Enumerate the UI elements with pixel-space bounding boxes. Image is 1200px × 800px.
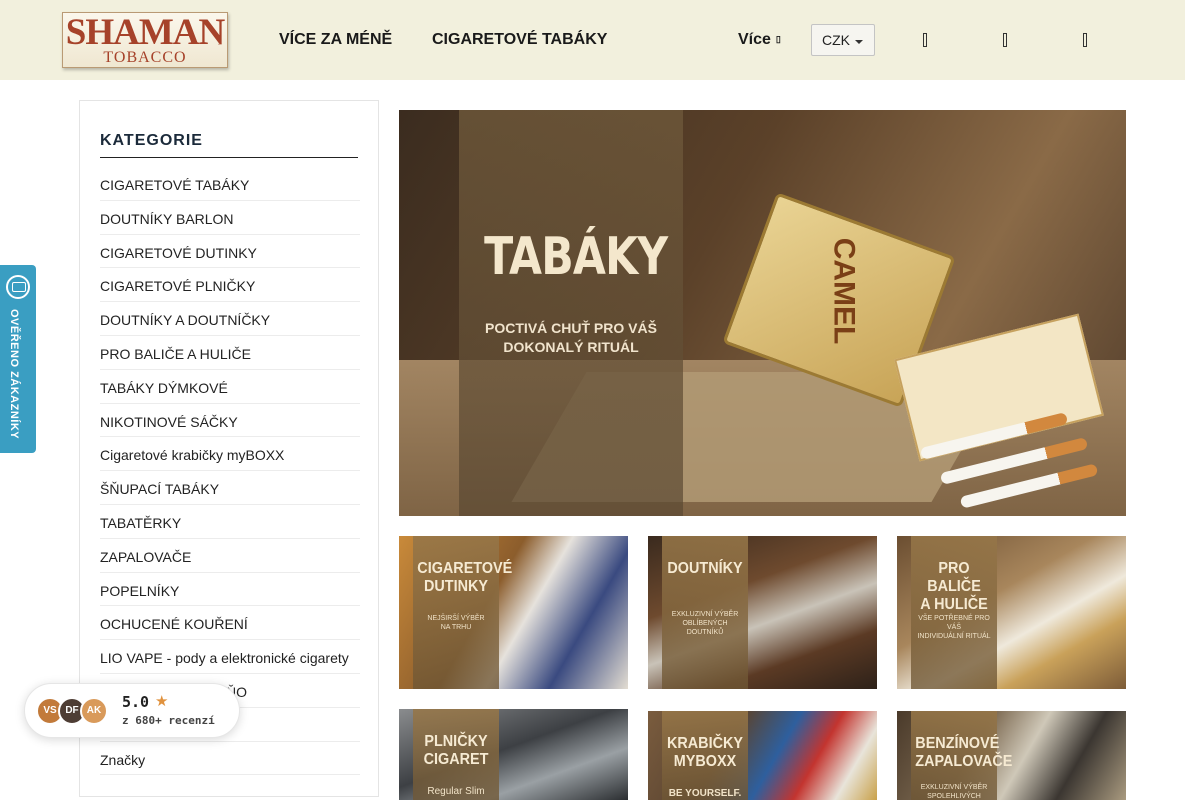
hero-subtitle-line-1: POCTIVÁ CHUŤ PRO VÁŠ	[485, 320, 657, 336]
category-item-myboxx[interactable]: Cigaretové krabičky myBOXX	[100, 437, 360, 472]
currency-select[interactable]: CZK	[811, 24, 875, 56]
tile-subtitle: VŠE POTŘEBNÉ PRO VÁŠ INDIVIDUÁLNÍ RITUÁL	[913, 614, 995, 641]
tile-subtitle-line-1: BE YOURSELF.	[668, 788, 742, 799]
tile-title-line-1: DOUTNÍKY	[667, 560, 743, 577]
tile-title-line-1: KRABIČKY	[666, 735, 743, 752]
tile-subtitle: EXKLUZIVNÍ VÝBĚR SPOLEHLIVÝCH	[913, 783, 995, 800]
verified-badge-text: OVĚŘENO ZÁKAZNÍKY	[8, 309, 20, 440]
nav-more-dropdown[interactable]: Více ▯	[738, 31, 781, 49]
tile-title-line-2: DUTINKY	[423, 578, 488, 595]
tile-subtitle-line-1: EXKLUZIVNÍ VÝBĚR	[671, 611, 739, 618]
tile-pro-balice-a-hulice[interactable]: PRO BALIČE A HULIČE VŠE POTŘEBNÉ PRO VÁŠ I…	[897, 536, 1126, 689]
sidebar-title: KATEGORIE	[100, 132, 203, 149]
hero-title: TABÁKY	[484, 227, 668, 287]
tile-title-line-2: ZAPALOVAČE	[915, 753, 1013, 770]
tile-subtitle: Regular Slim	[415, 786, 497, 797]
tile-subtitle-line-1: NEJŠIRŠÍ VÝBĚR	[427, 615, 485, 622]
nav-cigaretove-tabaky[interactable]: CIGARETOVÉ TABÁKY	[432, 31, 607, 49]
hero-subtitle: POCTIVÁ CHUŤ PRO VÁŠ DOKONALÝ RITUÁL	[465, 319, 677, 357]
tile-title-line-2: MYBOXX	[673, 753, 737, 770]
logo-registered-mark: S	[218, 39, 222, 47]
hero-tin-label: CAMEL	[827, 237, 861, 345]
category-item-cigaretove-dutinky[interactable]: CIGARETOVÉ DUTINKY	[100, 235, 360, 269]
category-item-nikotinove-sacky[interactable]: NIKOTINOVÉ SÁČKY	[100, 404, 360, 438]
tile-subtitle: BE YOURSELF.	[664, 788, 746, 799]
currency-value: CZK	[822, 32, 850, 48]
verified-seal-icon	[6, 275, 30, 299]
category-item-ochucene-koureni[interactable]: OCHUCENÉ KOUŘENÍ	[100, 606, 360, 641]
tile-title: DOUTNÍKY	[666, 560, 743, 578]
tile-title: KRABIČKY MYBOXX	[666, 735, 743, 771]
category-item-doutniky-a-doutnicky[interactable]: DOUTNÍKY A DOUTNÍČKY	[100, 302, 360, 336]
logo-subtitle: TOBACCO	[103, 49, 187, 66]
shaman-tobacco-logo[interactable]: SHAMAN TOBACCO S	[62, 12, 228, 68]
tile-cigaretove-dutinky[interactable]: CIGARETOVÉ DUTINKY NEJŠIRŠÍ VÝBĚR NA TRHU	[399, 536, 628, 689]
tile-text-panel	[413, 536, 499, 689]
tile-subtitle-line-1: VŠE POTŘEBNÉ PRO VÁŠ	[918, 615, 990, 631]
category-item-lio-vape[interactable]: LIO VAPE - pody a elektronické cigarety	[100, 640, 360, 674]
hero-text-panel	[459, 110, 683, 516]
dropdown-caret-icon	[855, 40, 863, 44]
user-icon[interactable]	[998, 33, 1012, 49]
tile-subtitle: EXKLUZIVNÍ VÝBĚR OBLÍBENÝCH DOUTNÍKŮ	[664, 610, 746, 637]
tile-subtitle-line-2: OBLÍBENÝCH DOUTNÍKŮ	[682, 620, 728, 636]
tile-title: BENZÍNOVÉ ZAPALOVAČE	[915, 735, 1012, 771]
sidebar-divider	[100, 157, 358, 158]
category-item-tabaky-dymkove[interactable]: TABÁKY DÝMKOVÉ	[100, 370, 360, 404]
nav-vice-za-mene[interactable]: VÍCE ZA MÉNĚ	[279, 31, 392, 49]
tile-title-line-1: PRO BALIČE	[927, 560, 981, 595]
site-header: SHAMAN TOBACCO S VÍCE ZA MÉNĚ CIGARETOVÉ…	[0, 0, 1185, 80]
tile-krabicky-myboxx[interactable]: KRABIČKY MYBOXX BE YOURSELF.	[648, 711, 877, 800]
category-item-znacky[interactable]: Značky	[100, 742, 360, 776]
tile-title-line-1: BENZÍNOVÉ	[915, 735, 1000, 752]
category-item-pro-balice-a-hulice[interactable]: PRO BALIČE A HULIČE	[100, 336, 360, 370]
logo-wordmark: SHAMAN	[65, 12, 225, 53]
review-count: z 680+ recenzí	[122, 714, 215, 727]
tile-title: PLNIČKY CIGARET	[417, 733, 494, 769]
review-rating-widget[interactable]: VS DF AK 5.0 ★ z 680+ recenzí	[24, 683, 240, 738]
cart-icon[interactable]	[1078, 33, 1092, 49]
star-icon: ★	[155, 693, 169, 710]
category-item-snupaci-tabaky[interactable]: ŠŇUPACÍ TABÁKY	[100, 471, 360, 505]
search-icon[interactable]	[918, 33, 932, 49]
category-item-cigaretove-plnicky[interactable]: CIGARETOVÉ PLNIČKY	[100, 268, 360, 303]
category-item-cigaretove-tabaky[interactable]: CIGARETOVÉ TABÁKY	[100, 167, 360, 201]
category-item-zapalovace[interactable]: ZAPALOVAČE	[100, 539, 360, 573]
tile-subtitle-line-1: Regular Slim	[427, 786, 485, 797]
tile-subtitle-line-2: NA TRHU	[440, 624, 472, 631]
verified-customers-badge[interactable]: OVĚŘENO ZÁKAZNÍKY	[0, 265, 36, 453]
rating-score: 5.0	[122, 693, 150, 711]
tile-title-line-1: PLNIČKY	[424, 733, 488, 750]
tile-plnicky-cigaret[interactable]: PLNIČKY CIGARET Regular Slim	[399, 709, 628, 800]
hero-banner-tabaky[interactable]: CAMEL TABÁKY POCTIVÁ CHUŤ PRO VÁŠ DOKONA…	[399, 110, 1126, 516]
reviewer-avatar: AK	[80, 697, 108, 725]
tile-title: CIGARETOVÉ DUTINKY	[417, 560, 512, 596]
tile-title-line-2: CIGARET	[423, 751, 489, 768]
category-item-popelniky[interactable]: POPELNÍKY	[100, 573, 360, 607]
tile-subtitle-line-2: INDIVIDUÁLNÍ RITUÁL	[917, 633, 991, 640]
tile-title-line-2: A HULIČE	[920, 596, 988, 613]
category-item-doutniky-barlon[interactable]: DOUTNÍKY BARLON	[100, 201, 360, 235]
tile-subtitle-line-1: EXKLUZIVNÍ VÝBĚR	[920, 784, 988, 791]
chevron-down-icon: ▯	[775, 34, 781, 44]
tile-title: PRO BALIČE A HULIČE	[915, 560, 992, 614]
tile-title-line-1: CIGARETOVÉ	[417, 560, 513, 577]
tile-subtitle-line-2: SPOLEHLIVÝCH	[927, 793, 981, 800]
category-item-tabaterky[interactable]: TABATĚRKY	[100, 505, 360, 539]
nav-more-label: Více	[738, 31, 771, 48]
tile-benzinove-zapalovace[interactable]: BENZÍNOVÉ ZAPALOVAČE EXKLUZIVNÍ VÝBĚR SPOL…	[897, 711, 1126, 800]
tile-subtitle: NEJŠIRŠÍ VÝBĚR NA TRHU	[415, 614, 497, 632]
tile-doutniky[interactable]: DOUTNÍKY EXKLUZIVNÍ VÝBĚR OBLÍBENÝCH DOUT…	[648, 536, 877, 689]
hero-subtitle-line-2: DOKONALÝ RITUÁL	[503, 339, 639, 355]
